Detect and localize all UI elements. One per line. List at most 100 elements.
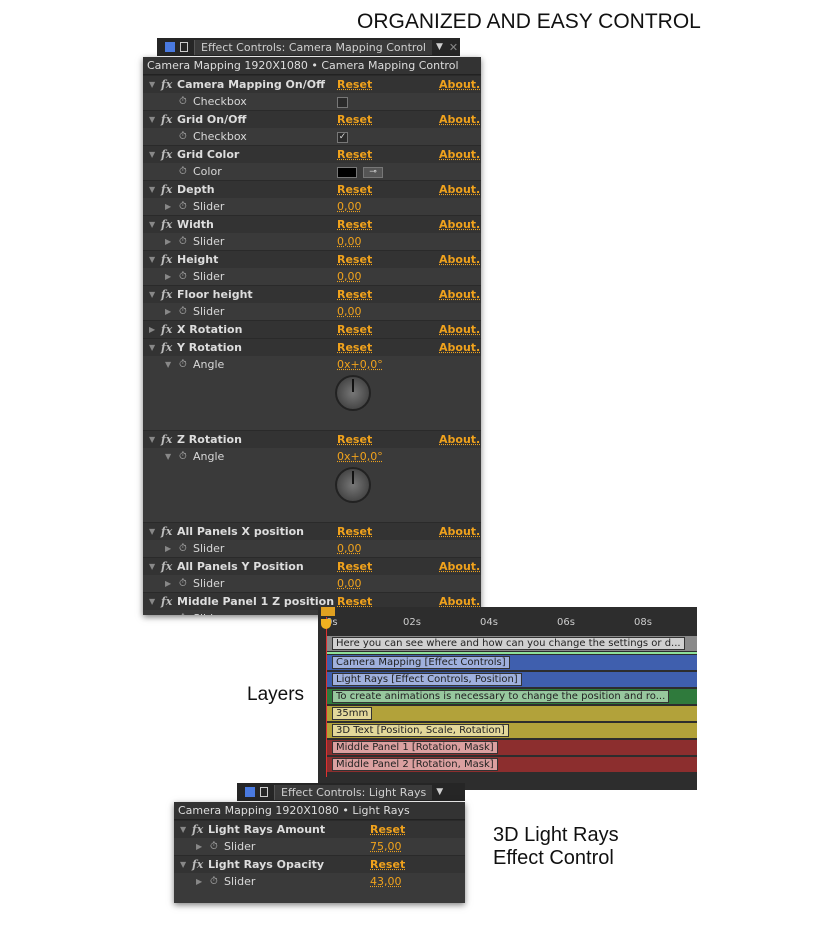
disclosure-triangle-icon[interactable]: ▼ (149, 146, 155, 163)
disclosure-triangle-icon[interactable]: ▶ (165, 575, 171, 592)
layer-bar[interactable]: Middle Panel 1 [Rotation, Mask] (326, 740, 697, 755)
about-button[interactable]: About... (439, 431, 481, 448)
stopwatch-icon[interactable]: ⏱ (179, 128, 187, 145)
disclosure-triangle-icon[interactable]: ▼ (149, 558, 155, 575)
param-value[interactable]: 43,00 (370, 873, 402, 890)
about-button[interactable]: About... (439, 558, 481, 575)
about-button[interactable]: About... (439, 523, 481, 540)
layer-bar[interactable]: Light Rays [Effect Controls, Position] (326, 672, 697, 687)
disclosure-triangle-icon[interactable]: ▶ (196, 873, 202, 890)
layer-bar[interactable]: Middle Panel 2 [Rotation, Mask] (326, 757, 697, 772)
stopwatch-icon[interactable]: ⏱ (210, 873, 218, 890)
param-value[interactable]: 0,00 (337, 233, 362, 250)
checkbox[interactable]: ✓ (337, 132, 348, 143)
stopwatch-icon[interactable]: ⏱ (210, 838, 218, 855)
layer-bar[interactable]: Here you can see where and how can you c… (326, 636, 697, 651)
lock-icon[interactable] (260, 787, 268, 797)
playhead-handle[interactable] (321, 619, 331, 629)
param-value[interactable]: 0,00 (337, 198, 362, 215)
disclosure-triangle-icon[interactable]: ▼ (149, 431, 155, 448)
lock-icon[interactable] (180, 42, 188, 52)
stopwatch-icon[interactable]: ⏱ (179, 356, 187, 373)
reset-button[interactable]: Reset (337, 146, 372, 163)
light-tab[interactable]: Effect Controls: Light Rays (274, 784, 433, 800)
about-button[interactable]: About... (439, 146, 481, 163)
reset-button[interactable]: Reset (337, 76, 372, 93)
disclosure-triangle-icon[interactable]: ▼ (180, 856, 186, 873)
stopwatch-icon[interactable]: ⏱ (179, 575, 187, 592)
param-value[interactable]: 0,00 (337, 268, 362, 285)
checkbox[interactable] (337, 97, 348, 108)
stopwatch-icon[interactable]: ⏱ (179, 268, 187, 285)
stopwatch-icon[interactable]: ⏱ (179, 198, 187, 215)
disclosure-triangle-icon[interactable]: ▼ (149, 216, 155, 233)
work-area-icon[interactable] (321, 607, 335, 616)
reset-button[interactable]: Reset (337, 251, 372, 268)
disclosure-triangle-icon[interactable]: ▶ (165, 303, 171, 320)
param-value[interactable]: 0,00 (337, 303, 362, 320)
angle-dial[interactable] (335, 467, 371, 503)
reset-button[interactable]: Reset (337, 321, 372, 338)
disclosure-triangle-icon[interactable]: ▼ (165, 448, 171, 465)
disclosure-triangle-icon[interactable]: ▶ (165, 233, 171, 250)
layer-bar[interactable]: 3D Text [Position, Scale, Rotation] (326, 723, 697, 738)
layer-bar[interactable]: To create animations is necessary to cha… (326, 689, 697, 704)
disclosure-triangle-icon[interactable]: ▶ (149, 321, 155, 338)
disclosure-triangle-icon[interactable]: ▶ (165, 540, 171, 557)
reset-button[interactable]: Reset (337, 523, 372, 540)
stopwatch-icon[interactable]: ⏱ (179, 93, 187, 110)
disclosure-triangle-icon[interactable]: ▼ (165, 356, 171, 373)
reset-button[interactable]: Reset (337, 558, 372, 575)
tab-menu-icon[interactable]: ▼ (436, 42, 443, 52)
about-button[interactable]: About... (439, 181, 481, 198)
param-value[interactable]: 75,00 (370, 838, 402, 855)
about-button[interactable]: About... (439, 286, 481, 303)
disclosure-triangle-icon[interactable]: ▼ (149, 339, 155, 356)
angle-dial[interactable] (335, 375, 371, 411)
reset-button[interactable]: Reset (337, 431, 372, 448)
layer-bar[interactable]: 35mm (326, 706, 697, 721)
about-button[interactable]: About... (439, 111, 481, 128)
stopwatch-icon[interactable]: ⏱ (179, 233, 187, 250)
about-button[interactable]: About... (439, 216, 481, 233)
reset-button[interactable]: Reset (337, 216, 372, 233)
eyedropper-icon[interactable]: ⊸ (363, 167, 383, 178)
param-value[interactable]: 0,00 (337, 575, 362, 592)
reset-button[interactable]: Reset (370, 856, 405, 873)
about-button[interactable]: About... (439, 251, 481, 268)
disclosure-triangle-icon[interactable]: ▼ (149, 251, 155, 268)
layer-bar[interactable]: Camera Mapping [Effect Controls] (326, 655, 697, 670)
color-swatch[interactable] (337, 167, 357, 178)
param-value[interactable]: 0x+0,0° (337, 356, 383, 373)
reset-button[interactable]: Reset (337, 339, 372, 356)
stopwatch-icon[interactable]: ⏱ (179, 610, 187, 615)
disclosure-triangle-icon[interactable]: ▶ (165, 610, 171, 615)
about-button[interactable]: About... (439, 76, 481, 93)
tab-menu-icon[interactable]: ▼ (436, 787, 443, 797)
disclosure-triangle-icon[interactable]: ▶ (196, 838, 202, 855)
stopwatch-icon[interactable]: ⏱ (179, 303, 187, 320)
disclosure-triangle-icon[interactable]: ▶ (165, 268, 171, 285)
disclosure-triangle-icon[interactable]: ▼ (149, 181, 155, 198)
stopwatch-icon[interactable]: ⏱ (179, 540, 187, 557)
reset-button[interactable]: Reset (337, 286, 372, 303)
disclosure-triangle-icon[interactable]: ▼ (149, 523, 155, 540)
about-button[interactable]: About... (439, 321, 481, 338)
disclosure-triangle-icon[interactable]: ▶ (165, 198, 171, 215)
param-value[interactable]: 0x+0,0° (337, 448, 383, 465)
reset-button[interactable]: Reset (337, 111, 372, 128)
disclosure-triangle-icon[interactable]: ▼ (149, 286, 155, 303)
main-tab[interactable]: Effect Controls: Camera Mapping Control (194, 39, 432, 55)
stopwatch-icon[interactable]: ⏱ (179, 448, 187, 465)
close-icon[interactable]: ✕ (449, 41, 458, 54)
reset-button[interactable]: Reset (370, 821, 405, 838)
about-button[interactable]: About... (439, 339, 481, 356)
stopwatch-icon[interactable]: ⏱ (179, 163, 187, 180)
reset-button[interactable]: Reset (337, 181, 372, 198)
disclosure-triangle-icon[interactable]: ▼ (149, 111, 155, 128)
disclosure-triangle-icon[interactable]: ▼ (149, 593, 155, 610)
disclosure-triangle-icon[interactable]: ▼ (149, 76, 155, 93)
playhead[interactable] (326, 617, 327, 777)
disclosure-triangle-icon[interactable]: ▼ (180, 821, 186, 838)
param-value[interactable]: 0,00 (337, 540, 362, 557)
